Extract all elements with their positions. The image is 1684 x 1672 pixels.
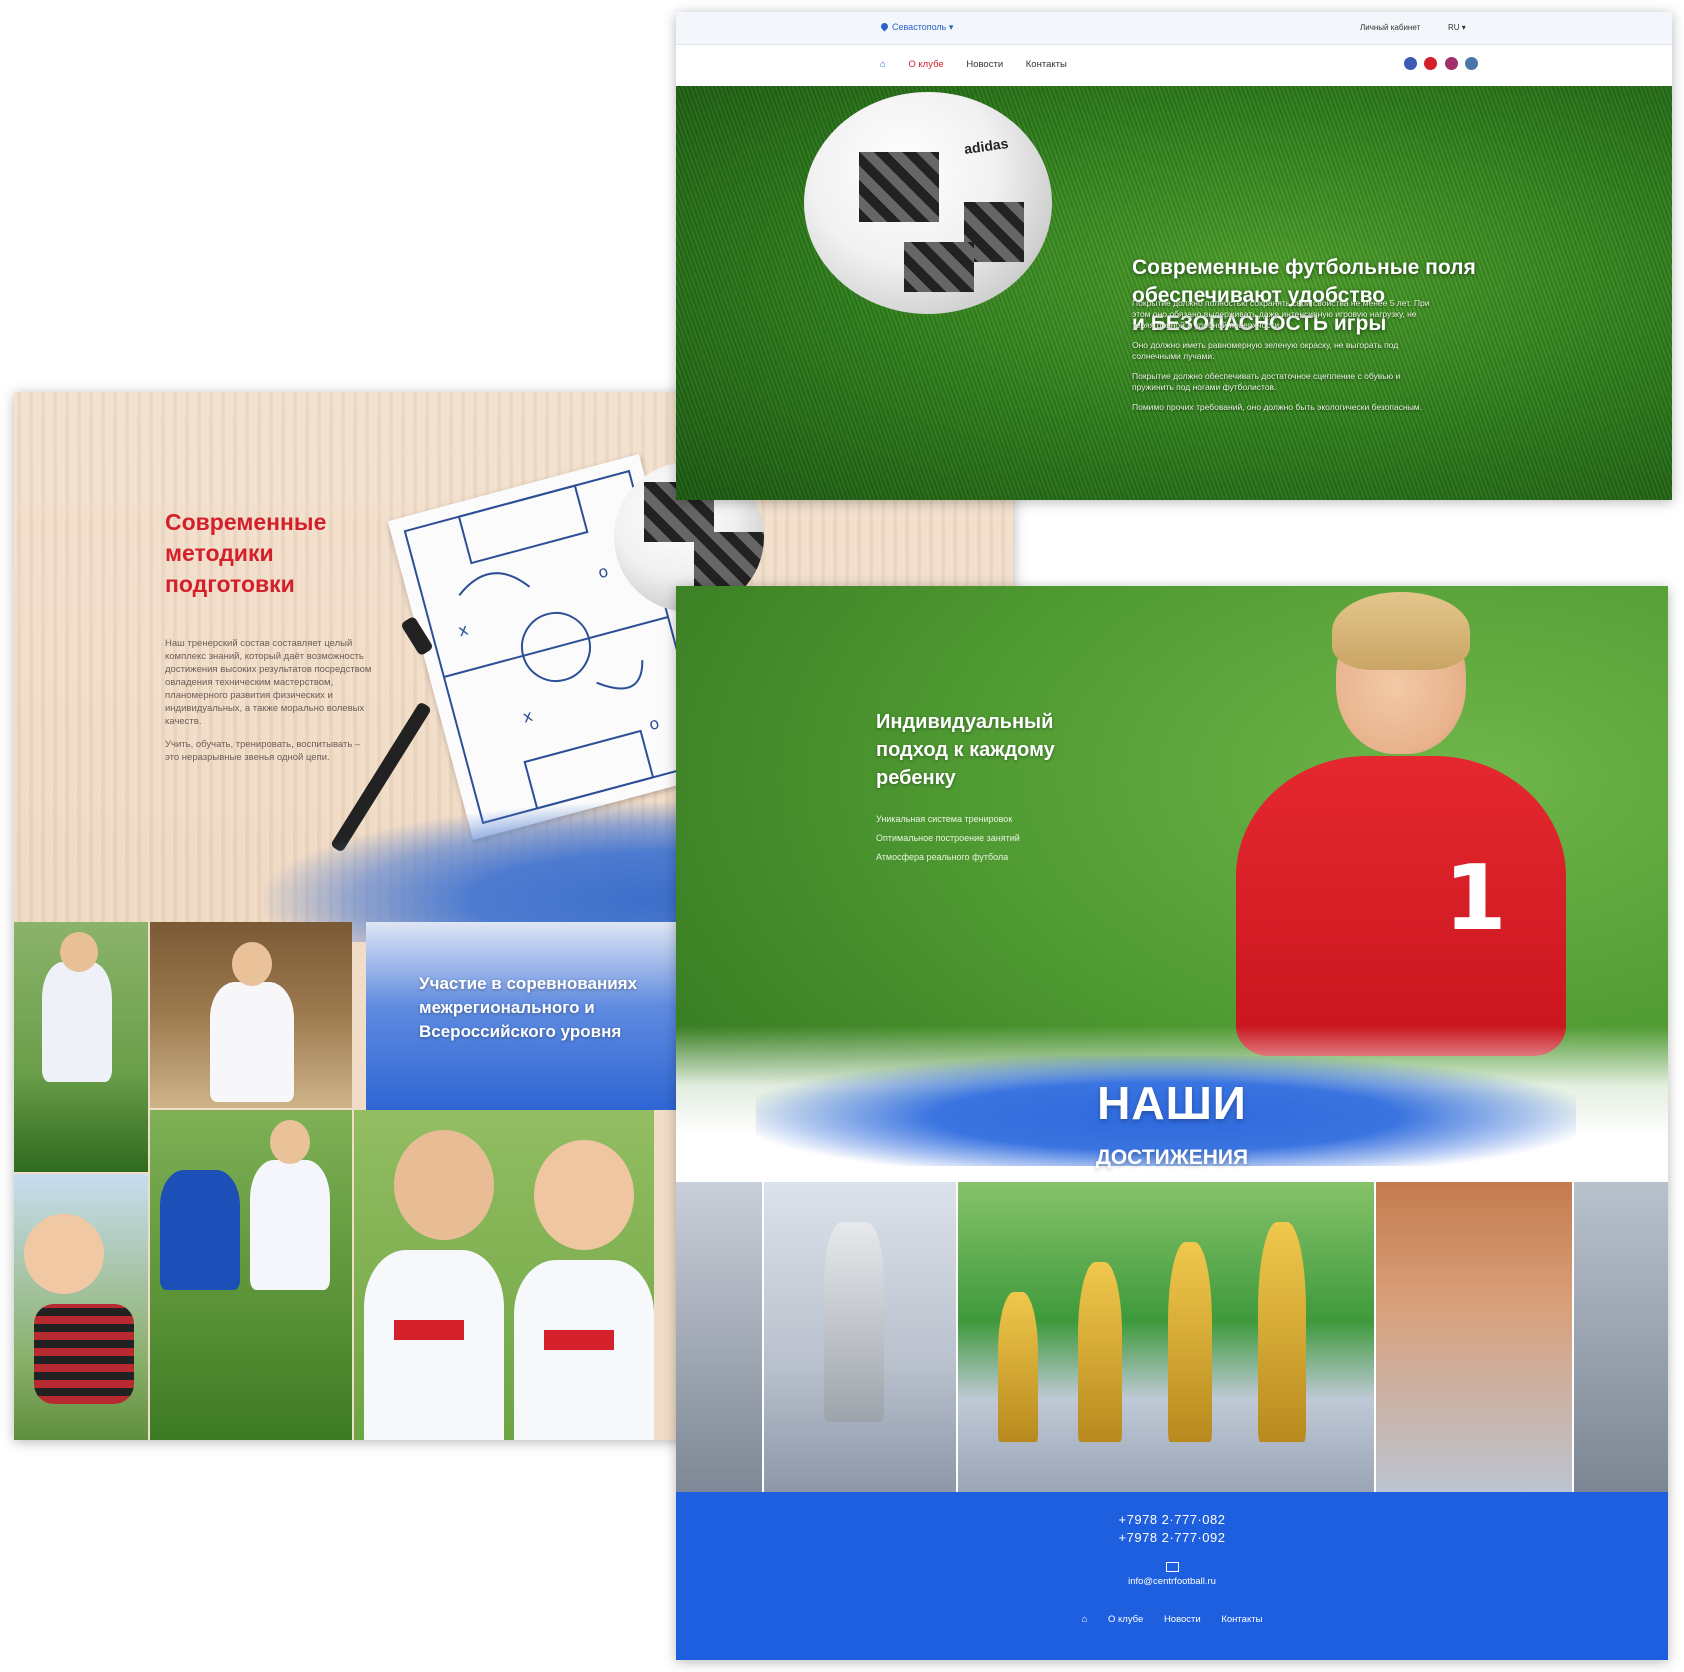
facebook-icon[interactable] bbox=[1404, 57, 1417, 70]
individual-title: Индивидуальный подход к каждому ребенку bbox=[876, 711, 1055, 789]
svg-text:x: x bbox=[521, 706, 535, 727]
footer-nav-contacts[interactable]: Контакты bbox=[1221, 1614, 1262, 1625]
nav-contacts[interactable]: Контакты bbox=[1026, 59, 1067, 70]
nav-about[interactable]: О клубе bbox=[908, 59, 943, 70]
phone-2[interactable]: +7978 2·777·092 bbox=[676, 1530, 1668, 1545]
achievements-page: 1 Индивидуальный подход к каждому ребенк… bbox=[676, 586, 1668, 1660]
kid-jersey bbox=[1236, 756, 1566, 1056]
methods-paragraph: Учить, обучать, тренировать, воспитывать… bbox=[165, 739, 361, 763]
cabinet-link[interactable]: Личный кабинет bbox=[1360, 23, 1420, 32]
achievements-subtitle: ДОСТИЖЕНИЯ bbox=[1095, 1146, 1249, 1169]
hero-paragraph: Оно должно иметь равномерную зеленую окр… bbox=[1132, 340, 1399, 361]
hero-paragraph: Покрытие должно обеспечивать достаточное… bbox=[1132, 371, 1401, 392]
ball-brand-label: adidas bbox=[963, 134, 1010, 158]
kid-hair bbox=[1332, 592, 1470, 670]
photo-kids-duel bbox=[150, 1110, 352, 1440]
football-image: adidas bbox=[804, 92, 1052, 314]
photo-trophy-2 bbox=[764, 1182, 956, 1492]
location-pin-icon bbox=[879, 21, 890, 32]
social-links bbox=[1404, 57, 1481, 75]
footer-email[interactable]: info@centrfootball.ru bbox=[676, 1576, 1668, 1587]
svg-text:o: o bbox=[596, 561, 610, 582]
footer-nav-news[interactable]: Новости bbox=[1164, 1614, 1201, 1625]
achievements-title: НАШИ bbox=[1097, 1077, 1247, 1129]
competition-title: Участие в соревнованиях межрегионального… bbox=[419, 974, 638, 1041]
hero-paragraph: Помимо прочих требований, оно должно быт… bbox=[1132, 402, 1423, 412]
svg-text:x: x bbox=[456, 620, 470, 641]
hero-text: Покрытие должно полностью сохранять свои… bbox=[1132, 298, 1432, 422]
footer-nav-about[interactable]: О клубе bbox=[1108, 1614, 1143, 1625]
individual-list: Уникальная система тренировок Оптимально… bbox=[876, 810, 1020, 867]
svg-text:o: o bbox=[647, 713, 661, 734]
methods-title: Современные методики подготовки bbox=[165, 509, 327, 597]
hero-paragraph: Покрытие должно полностью сохранять свои… bbox=[1132, 298, 1430, 330]
home-icon[interactable]: ⌂ bbox=[880, 59, 886, 70]
main-nav: ⌂ О клубе Новости Контакты bbox=[676, 45, 1672, 86]
photo-trophy-table bbox=[958, 1182, 1374, 1492]
phone-1[interactable]: +7978 2·777·082 bbox=[676, 1512, 1668, 1527]
jersey-number: 1 bbox=[1444, 846, 1507, 951]
photo-kid-kick bbox=[14, 922, 148, 1172]
hero-page: Севастополь ▾ Личный кабинет RU ▾ ⌂ О кл… bbox=[676, 12, 1672, 500]
chevron-down-icon: ▾ bbox=[948, 22, 954, 32]
city-selector[interactable]: Севастополь ▾ bbox=[879, 21, 954, 33]
photo-two-boys bbox=[354, 1110, 654, 1440]
photo-trophy-1 bbox=[676, 1182, 762, 1492]
photo-medals bbox=[1376, 1182, 1572, 1492]
home-icon[interactable]: ⌂ bbox=[1082, 1614, 1088, 1625]
footer-nav: ⌂ О клубе Новости Контакты bbox=[676, 1614, 1668, 1625]
youtube-icon[interactable] bbox=[1424, 57, 1438, 70]
photo-trophy-3 bbox=[1574, 1182, 1668, 1492]
nav-news[interactable]: Новости bbox=[966, 59, 1003, 70]
list-item: Атмосфера реального футбола bbox=[876, 852, 1009, 862]
hero-banner: adidas Современные футбольные поля обесп… bbox=[676, 86, 1672, 500]
list-item: Оптимальное построение занятий bbox=[876, 833, 1020, 843]
list-item: Уникальная система тренировок bbox=[876, 814, 1013, 824]
mail-icon bbox=[1166, 1562, 1179, 1572]
footer: +7978 2·777·082 +7978 2·777·092 info@cen… bbox=[676, 1492, 1668, 1660]
methods-text: Наш тренерский состав составляет целый к… bbox=[165, 637, 375, 774]
photo-kid-trophies bbox=[150, 922, 352, 1108]
language-selector[interactable]: RU ▾ bbox=[1448, 23, 1466, 32]
chevron-down-icon: ▾ bbox=[1459, 23, 1466, 32]
methods-paragraph: Наш тренерский состав составляет целый к… bbox=[165, 638, 372, 727]
instagram-icon[interactable] bbox=[1444, 57, 1458, 70]
trophy-gallery bbox=[676, 1182, 1668, 1492]
photo-little-girl bbox=[14, 1174, 148, 1440]
top-bar: Севастополь ▾ Личный кабинет RU ▾ bbox=[676, 12, 1672, 45]
vk-icon[interactable] bbox=[1465, 57, 1479, 70]
